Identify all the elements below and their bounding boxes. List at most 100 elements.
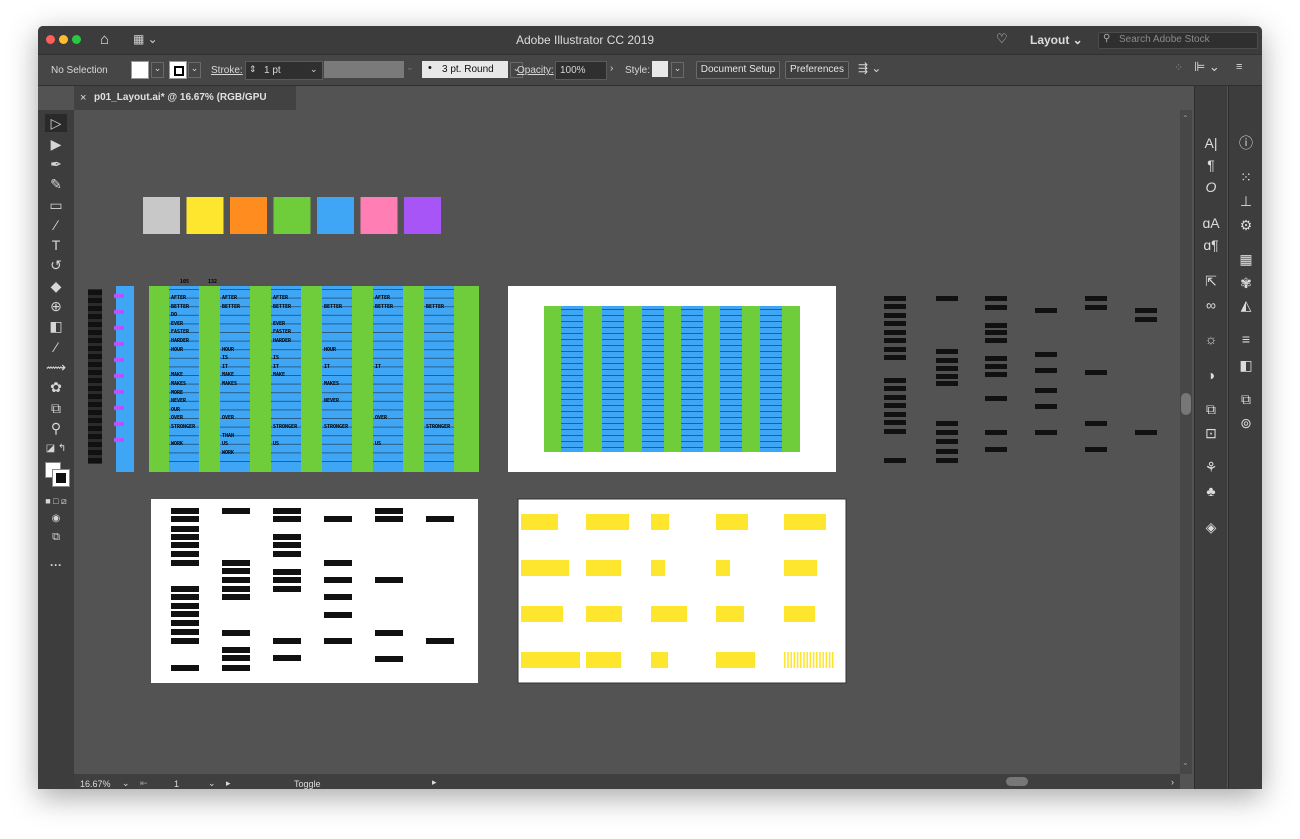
row-divider[interactable] xyxy=(602,399,624,400)
row-divider[interactable] xyxy=(760,321,782,322)
eraser-tool-icon[interactable]: ◆ xyxy=(45,277,67,295)
black-bar[interactable] xyxy=(884,338,906,343)
black-bar[interactable] xyxy=(88,386,102,391)
row-divider[interactable] xyxy=(373,409,403,411)
row-divider[interactable] xyxy=(561,441,583,442)
fill-swatch[interactable] xyxy=(131,61,149,79)
black-bar[interactable] xyxy=(936,296,958,301)
row-divider[interactable] xyxy=(642,423,664,424)
row-divider[interactable] xyxy=(424,357,454,359)
black-bar[interactable] xyxy=(171,665,199,671)
row-divider[interactable] xyxy=(720,345,742,346)
black-bar[interactable] xyxy=(1135,308,1157,313)
row-divider[interactable] xyxy=(681,399,703,400)
yellow-bar[interactable] xyxy=(521,560,569,576)
row-divider[interactable] xyxy=(424,452,454,454)
page-number[interactable]: 1 xyxy=(174,779,179,789)
row-divider[interactable] xyxy=(760,309,782,310)
row-divider[interactable] xyxy=(424,409,454,411)
row-divider[interactable] xyxy=(271,400,301,402)
paintbrush-tool-icon[interactable]: ∕ xyxy=(45,216,67,234)
row-divider[interactable] xyxy=(602,315,624,316)
yellow-stripe[interactable] xyxy=(809,652,812,668)
black-bar[interactable] xyxy=(88,458,102,463)
gear-icon[interactable]: ⚙ xyxy=(1236,216,1256,234)
black-bar[interactable] xyxy=(273,508,301,514)
black-bar[interactable] xyxy=(88,346,102,351)
zoom-tool-icon[interactable]: ⚲ xyxy=(45,419,67,437)
row-divider[interactable] xyxy=(720,435,742,436)
yellow-bar[interactable] xyxy=(784,560,817,576)
properties-icon[interactable]: ⊫ ⌄ xyxy=(1194,59,1220,75)
row-divider[interactable] xyxy=(720,399,742,400)
row-divider[interactable] xyxy=(561,411,583,412)
row-divider[interactable] xyxy=(681,405,703,406)
row-divider[interactable] xyxy=(169,461,199,462)
stock-search[interactable]: ⚲ Search Adobe Stock xyxy=(1098,32,1258,49)
row-divider[interactable] xyxy=(642,405,664,406)
row-divider[interactable] xyxy=(322,297,352,299)
row-divider[interactable] xyxy=(561,321,583,322)
row-divider[interactable] xyxy=(642,309,664,310)
black-bar[interactable] xyxy=(884,403,906,408)
black-bar[interactable] xyxy=(324,516,352,522)
scattered-word-bars[interactable] xyxy=(884,296,1157,463)
row-divider[interactable] xyxy=(561,393,583,394)
first-page-icon[interactable]: ⇤ ◂ xyxy=(140,778,148,789)
black-bar[interactable] xyxy=(171,534,199,540)
black-bar[interactable] xyxy=(171,603,199,609)
magenta-label[interactable] xyxy=(114,310,124,314)
row-divider[interactable] xyxy=(602,405,624,406)
document-setup-button[interactable]: Document Setup xyxy=(696,61,780,79)
row-divider[interactable] xyxy=(642,441,664,442)
yellow-bar[interactable] xyxy=(521,652,580,668)
row-divider[interactable] xyxy=(681,411,703,412)
yellow-bar[interactable] xyxy=(716,514,748,530)
row-divider[interactable] xyxy=(424,435,454,437)
scroll-down-icon[interactable]: ⌄ xyxy=(1182,758,1189,767)
black-bar[interactable] xyxy=(1085,447,1107,452)
black-bar[interactable] xyxy=(88,322,102,327)
row-divider[interactable] xyxy=(271,461,301,462)
color-swatch[interactable] xyxy=(273,197,311,234)
row-divider[interactable] xyxy=(373,383,403,385)
brush-definition[interactable]: • 3 pt. Round xyxy=(422,61,508,78)
row-divider[interactable] xyxy=(271,418,301,419)
row-divider[interactable] xyxy=(602,423,624,424)
magenta-label[interactable] xyxy=(114,390,124,394)
row-divider[interactable] xyxy=(602,429,624,430)
row-divider[interactable] xyxy=(322,375,352,376)
symbol-sprayer-tool-icon[interactable]: ✿ xyxy=(45,378,67,396)
black-bar[interactable] xyxy=(985,338,1007,343)
row-divider[interactable] xyxy=(681,387,703,388)
row-divider[interactable] xyxy=(760,381,782,382)
black-bar[interactable] xyxy=(171,516,199,522)
black-bar[interactable] xyxy=(273,516,301,522)
row-divider[interactable] xyxy=(720,393,742,394)
yellow-bar[interactable] xyxy=(521,606,563,622)
row-divider[interactable] xyxy=(561,417,583,418)
row-divider[interactable] xyxy=(220,314,250,316)
row-divider[interactable] xyxy=(642,399,664,400)
arrange-icon[interactable]: ⇶ ⌄ xyxy=(858,61,881,75)
black-bar[interactable] xyxy=(884,458,906,463)
black-bar[interactable] xyxy=(222,630,250,636)
black-bar[interactable] xyxy=(171,551,199,557)
row-divider[interactable] xyxy=(373,392,403,394)
row-divider[interactable] xyxy=(720,381,742,382)
yellow-bar[interactable] xyxy=(651,560,665,576)
magenta-label[interactable] xyxy=(114,294,124,298)
yellow-bar[interactable] xyxy=(586,652,621,668)
stepper-icon[interactable]: ⇕ xyxy=(249,64,257,75)
yellow-stripe[interactable] xyxy=(787,652,789,668)
artboards-icon[interactable]: ⧉ xyxy=(1236,390,1256,408)
black-bar[interactable] xyxy=(1035,388,1057,393)
black-bar[interactable] xyxy=(426,516,454,522)
magenta-label[interactable] xyxy=(114,438,124,442)
black-bar[interactable] xyxy=(273,551,301,557)
puppet-icon[interactable]: ⚘ xyxy=(1201,458,1221,476)
row-divider[interactable] xyxy=(561,381,583,382)
color-swatch[interactable] xyxy=(230,197,267,234)
zoom-window-button[interactable] xyxy=(72,35,81,44)
black-bar[interactable] xyxy=(171,508,199,514)
